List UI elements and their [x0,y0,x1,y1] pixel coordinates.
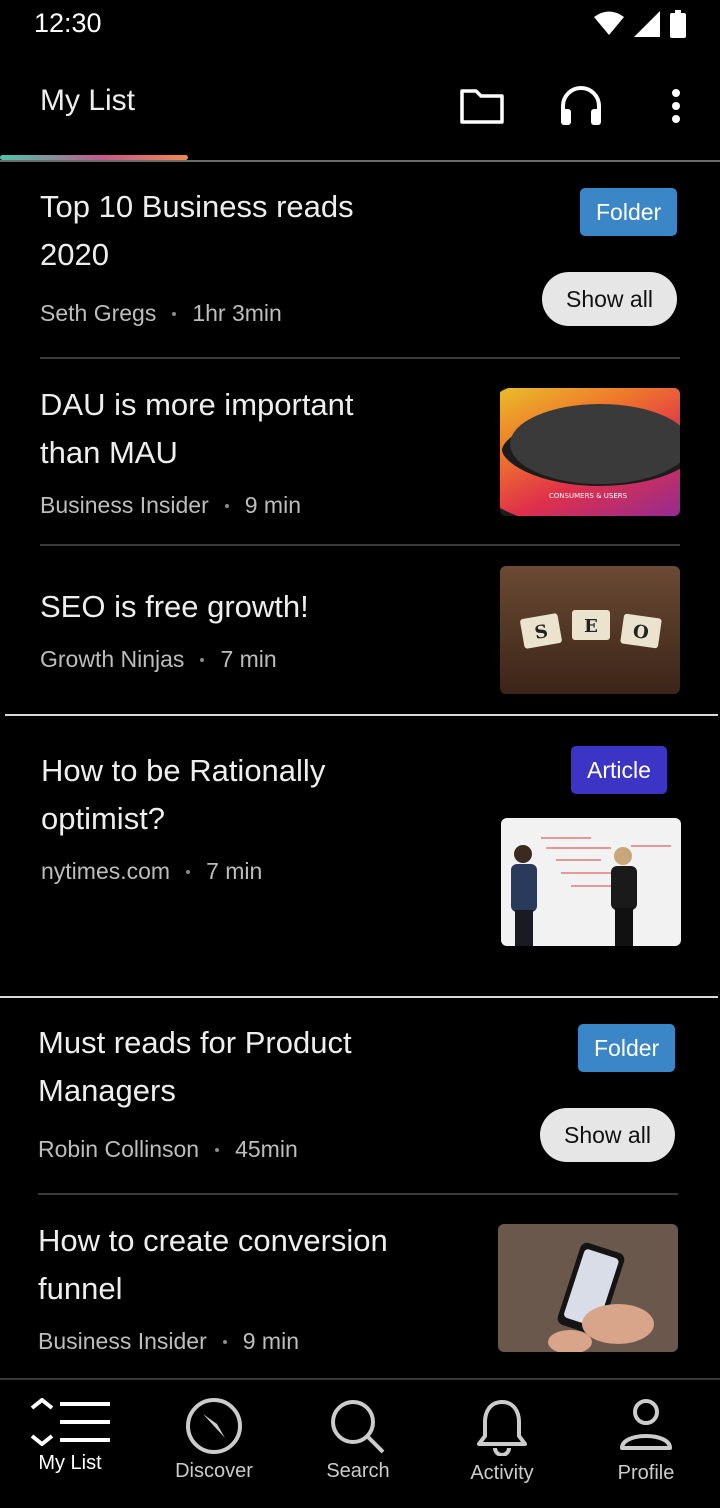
tile-letter: O [632,621,650,644]
duration: 7 min [220,646,277,672]
duration: 45min [235,1136,298,1162]
separator-dot [215,1147,220,1152]
duration: 9 min [242,1328,299,1354]
list-item-title[interactable]: 2020 [40,231,109,279]
author: nytimes.com [41,858,171,884]
status-icons [594,10,686,38]
duration: 9 min [244,492,301,518]
list-item-meta: Growth Ninjas 7 min [40,646,277,673]
list-item-meta: nytimes.com 7 min [41,858,262,885]
author: Business Insider [38,1328,207,1354]
search-icon [331,1400,385,1454]
separator-dot [224,503,229,508]
page-title: My List [40,84,136,117]
status-time: 12:30 [34,8,102,38]
show-all-button[interactable]: Show all [542,272,677,326]
separator-dot [172,311,177,316]
nav-label: Search [326,1460,390,1482]
folder-badge: Folder [580,188,678,236]
divider [38,1193,678,1195]
article-thumbnail[interactable]: S E O [500,566,680,694]
thumb-label: CONSUMERS & USERS [549,492,628,500]
more-vert-icon[interactable] [652,82,700,130]
bell-icon [477,1400,527,1456]
wifi-icon [594,11,624,35]
duration: 1hr 3min [192,300,282,326]
article-thumbnail[interactable] [498,1224,678,1352]
battery-icon [670,10,686,38]
list-item-title[interactable]: Managers [38,1067,176,1115]
nav-search[interactable]: Search [288,1398,428,1483]
section-divider [5,714,718,716]
list-item-meta: Business Insider 9 min [38,1328,299,1355]
nav-label: Profile [617,1462,675,1484]
divider [40,544,680,546]
show-all-button[interactable]: Show all [540,1108,675,1162]
list-item-title[interactable]: DAU is more important [40,381,354,429]
nav-discover[interactable]: Discover [144,1398,284,1483]
list-item-meta: Robin Collinson 45min [38,1136,298,1163]
list-item-title[interactable]: Must reads for Product [38,1019,352,1067]
nav-profile[interactable]: Profile [576,1398,716,1485]
list-item-meta: Business Insider 9 min [40,492,301,519]
nav-my-list[interactable]: My List [0,1398,140,1475]
author: Robin Collinson [38,1136,200,1162]
section-divider [0,996,718,998]
compass-icon [186,1398,242,1454]
list-item-title[interactable]: than MAU [40,429,178,477]
list-item-title[interactable]: How to create conversion [38,1217,388,1265]
separator-dot [222,1339,227,1344]
article-thumbnail[interactable]: CONSUMERS & USERS [500,388,680,516]
nav-label: My List [38,1452,102,1474]
list-item-title[interactable]: funnel [38,1265,122,1313]
author: Business Insider [40,492,209,518]
separator-dot [186,869,191,874]
tile-letter: E [584,616,598,637]
duration: 7 min [206,858,263,884]
list-item-meta: Seth Gregs 1hr 3min [40,300,282,327]
progress-bar [0,155,188,160]
nav-activity[interactable]: Activity [432,1398,572,1485]
person-icon [620,1399,672,1450]
nav-label: Activity [470,1462,534,1484]
folder-badge: Folder [578,1024,676,1072]
headphones-icon[interactable] [557,82,605,130]
signal-icon [634,11,660,37]
bottom-navigation: My List Discover Search Activity Profile [0,1378,720,1508]
separator-dot [200,657,205,662]
list-item-title[interactable]: SEO is free growth! [40,583,309,631]
folder-icon[interactable] [458,82,506,130]
article-badge: Article [571,746,667,794]
nav-label: Discover [175,1460,253,1482]
progress-track [0,160,720,162]
list-item-title[interactable]: Top 10 Business reads [40,183,354,231]
author: Growth Ninjas [40,646,185,672]
list-item-title[interactable]: How to be Rationally [41,747,325,795]
article-thumbnail[interactable] [501,818,681,946]
author: Seth Gregs [40,300,157,326]
list-item-title[interactable]: optimist? [41,795,165,843]
list-icon [30,1398,110,1446]
divider [40,357,680,359]
